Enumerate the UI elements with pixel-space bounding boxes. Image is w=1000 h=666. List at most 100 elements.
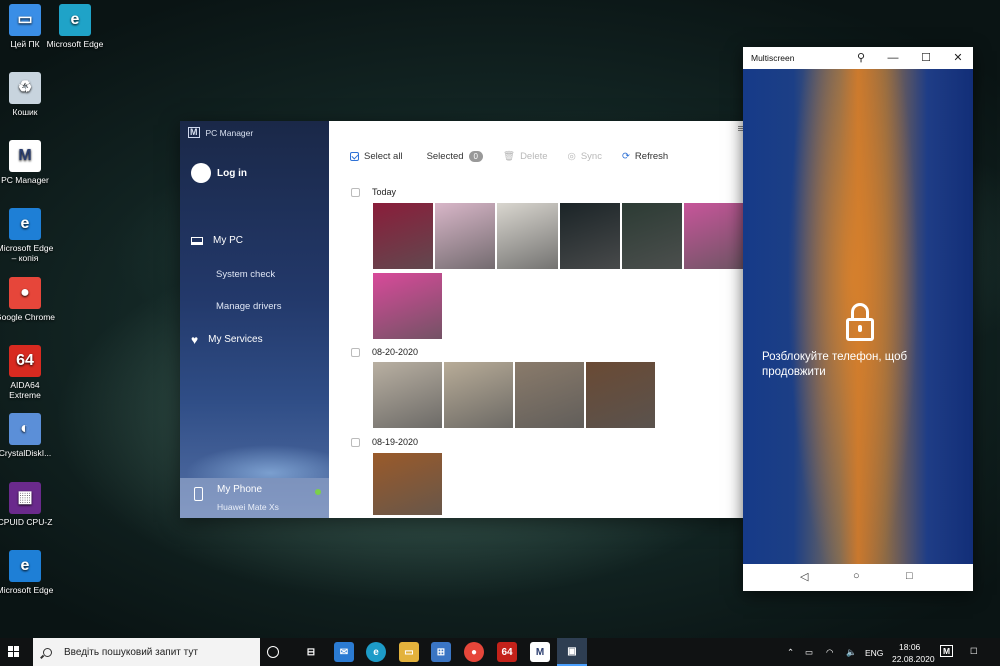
delete-button[interactable]: 🗑 Delete — [503, 151, 548, 162]
desktop-icon[interactable]: ◐ CrystalDiskI... — [0, 413, 55, 458]
chrome-icon[interactable]: ● — [464, 642, 484, 662]
this-pc-icon: ▭ — [9, 4, 41, 36]
group-date: 08-20-2020 — [372, 347, 419, 357]
desktop-icon-label: Google Chrome — [0, 312, 56, 322]
phone-name: My Phone — [217, 484, 263, 495]
language-indicator[interactable]: ENG — [865, 648, 883, 658]
clock-time[interactable]: 18:06 — [899, 642, 920, 652]
photo-thumbnail[interactable] — [683, 203, 744, 269]
group-checkbox[interactable] — [351, 347, 360, 357]
desktop-icon[interactable]: M PC Manager — [0, 140, 55, 185]
crystaldisk-icon: ◐ — [9, 413, 41, 445]
desktop-icon-label: AIDA64 Extreme — [9, 380, 41, 400]
photo-grid-08-20 — [373, 362, 655, 428]
phone-nav-bar: ◁ ○ □ — [743, 564, 973, 591]
photo-grid-today — [373, 203, 744, 339]
recycle-bin-icon: ♻ — [9, 72, 41, 104]
photo-thumbnail[interactable] — [435, 203, 496, 269]
photo-thumbnail[interactable] — [444, 362, 513, 428]
pc-manager-icon[interactable]: M — [530, 642, 550, 662]
taskbar: Введіть пошуковий запит тут ⊟ ✉ e ▭ ⊞ ● … — [0, 638, 1000, 666]
desktop-icon[interactable]: ♻ Кошик — [0, 72, 55, 117]
sidebar-item-my-pc[interactable]: My PC — [191, 235, 243, 246]
cortana-icon[interactable] — [267, 646, 279, 658]
connected-status-dot — [315, 489, 321, 495]
photo-thumbnail[interactable] — [373, 203, 434, 269]
app-title: PC Manager — [205, 127, 254, 138]
wifi-icon[interactable]: ◠ — [826, 647, 833, 658]
group-header-08-20: 08-20-2020 — [351, 347, 418, 357]
photo-thumbnail[interactable] — [515, 362, 584, 428]
desktop-icon-label: Microsoft Edge – копія — [0, 243, 54, 263]
sync-icon: ◎ — [567, 151, 576, 162]
selected-label: Selected — [426, 151, 464, 162]
desktop-icon-label: Microsoft Edge — [0, 585, 54, 595]
desktop-icon[interactable]: 64 AIDA64 Extreme — [0, 345, 55, 400]
sidebar-item-my-phone[interactable]: My Phone Huawei Mate Xs — [180, 478, 329, 518]
group-checkbox[interactable] — [351, 187, 360, 197]
photo-thumbnail[interactable] — [559, 203, 620, 269]
back-icon[interactable]: ◁ — [800, 570, 808, 583]
minimize-button[interactable]: — — [885, 50, 901, 66]
avatar — [191, 163, 211, 183]
notifications-icon[interactable]: ☐ — [970, 646, 978, 657]
sidebar-item-manage-drivers[interactable]: Manage drivers — [216, 301, 281, 312]
phone-screen[interactable]: Розблокуйте телефон, щоб продовжити — [743, 69, 973, 564]
photo-thumbnail[interactable] — [586, 362, 655, 428]
multiscreen-window: Multiscreen ⚲ — ☐ ✕ Розблокуйте телефон,… — [743, 47, 973, 591]
start-button[interactable] — [8, 646, 20, 658]
close-button[interactable]: ✕ — [950, 50, 966, 66]
sidebar-item-my-services[interactable]: ♥ My Services — [191, 332, 263, 347]
desktop-icon-label: PC Manager — [1, 175, 49, 185]
refresh-label: Refresh — [634, 151, 669, 162]
volume-icon[interactable]: 🔈 — [846, 647, 857, 658]
sidebar-item-label: My PC — [213, 235, 243, 246]
phone-icon — [194, 487, 203, 501]
maximize-button[interactable]: ☐ — [918, 50, 934, 66]
sync-button[interactable]: ◎ Sync — [568, 151, 602, 162]
chevron-up-icon[interactable]: ⌃ — [787, 647, 794, 658]
search-icon — [43, 647, 52, 657]
store-icon[interactable]: ⊞ — [431, 642, 451, 662]
photo-thumbnail[interactable] — [373, 362, 442, 428]
refresh-icon: ⟳ — [621, 151, 630, 162]
gallery-toolbar: Select all Selected 0 🗑 Delete ◎ Sync ⟳ … — [350, 151, 688, 162]
phone-model: Huawei Mate Xs — [217, 502, 279, 512]
multiscreen-taskbar-icon[interactable]: ▣ — [557, 638, 587, 666]
group-header-08-19: 08-19-2020 — [351, 437, 418, 447]
aida64-icon[interactable]: 64 — [497, 642, 517, 662]
edge-icon[interactable]: e — [366, 642, 386, 662]
laptop-icon — [191, 236, 203, 245]
clock-date[interactable]: 22.08.2020 — [892, 654, 935, 664]
desktop-icon[interactable]: e Microsoft Edge — [0, 550, 55, 595]
desktop-icon[interactable]: e Microsoft Edge — [45, 4, 105, 49]
battery-icon[interactable]: ▭ — [805, 647, 813, 658]
photo-thumbnail[interactable] — [373, 273, 442, 339]
desktop-icon[interactable]: ▦ CPUID CPU-Z — [0, 482, 55, 527]
home-icon[interactable]: ○ — [853, 570, 860, 582]
pc-manager-icon: M — [9, 140, 41, 172]
heart-icon: ♥ — [191, 332, 199, 347]
sidebar-background-art — [180, 418, 329, 478]
select-all-button[interactable]: Select all — [350, 151, 403, 162]
group-date: Today — [372, 187, 397, 197]
desktop-icon[interactable]: ● Google Chrome — [0, 277, 55, 322]
task-view-icon[interactable]: ⊟ — [301, 642, 321, 662]
recents-icon[interactable]: □ — [906, 570, 913, 582]
multiscreen-title-bar: Multiscreen ⚲ — ☐ ✕ — [743, 47, 973, 69]
desktop-icon[interactable]: e Microsoft Edge – копія — [0, 208, 55, 263]
ie-edge-icon: e — [9, 550, 41, 582]
photo-thumbnail[interactable] — [497, 203, 558, 269]
pc-manager-sidebar: M PC Manager Log in My PC System check M… — [180, 121, 329, 518]
pc-manager-tray-icon[interactable]: M — [940, 645, 954, 657]
pin-icon[interactable]: ⚲ — [853, 50, 869, 66]
refresh-button[interactable]: ⟳ Refresh — [622, 151, 668, 162]
login-button[interactable]: Log in — [191, 163, 247, 183]
file-explorer-icon[interactable]: ▭ — [399, 642, 419, 662]
group-checkbox[interactable] — [351, 437, 360, 447]
photo-thumbnail[interactable] — [621, 203, 682, 269]
photo-thumbnail[interactable] — [373, 453, 442, 515]
sidebar-item-system-check[interactable]: System check — [216, 269, 275, 280]
search-box[interactable]: Введіть пошуковий запит тут — [33, 638, 260, 666]
mail-icon[interactable]: ✉ — [334, 642, 354, 662]
